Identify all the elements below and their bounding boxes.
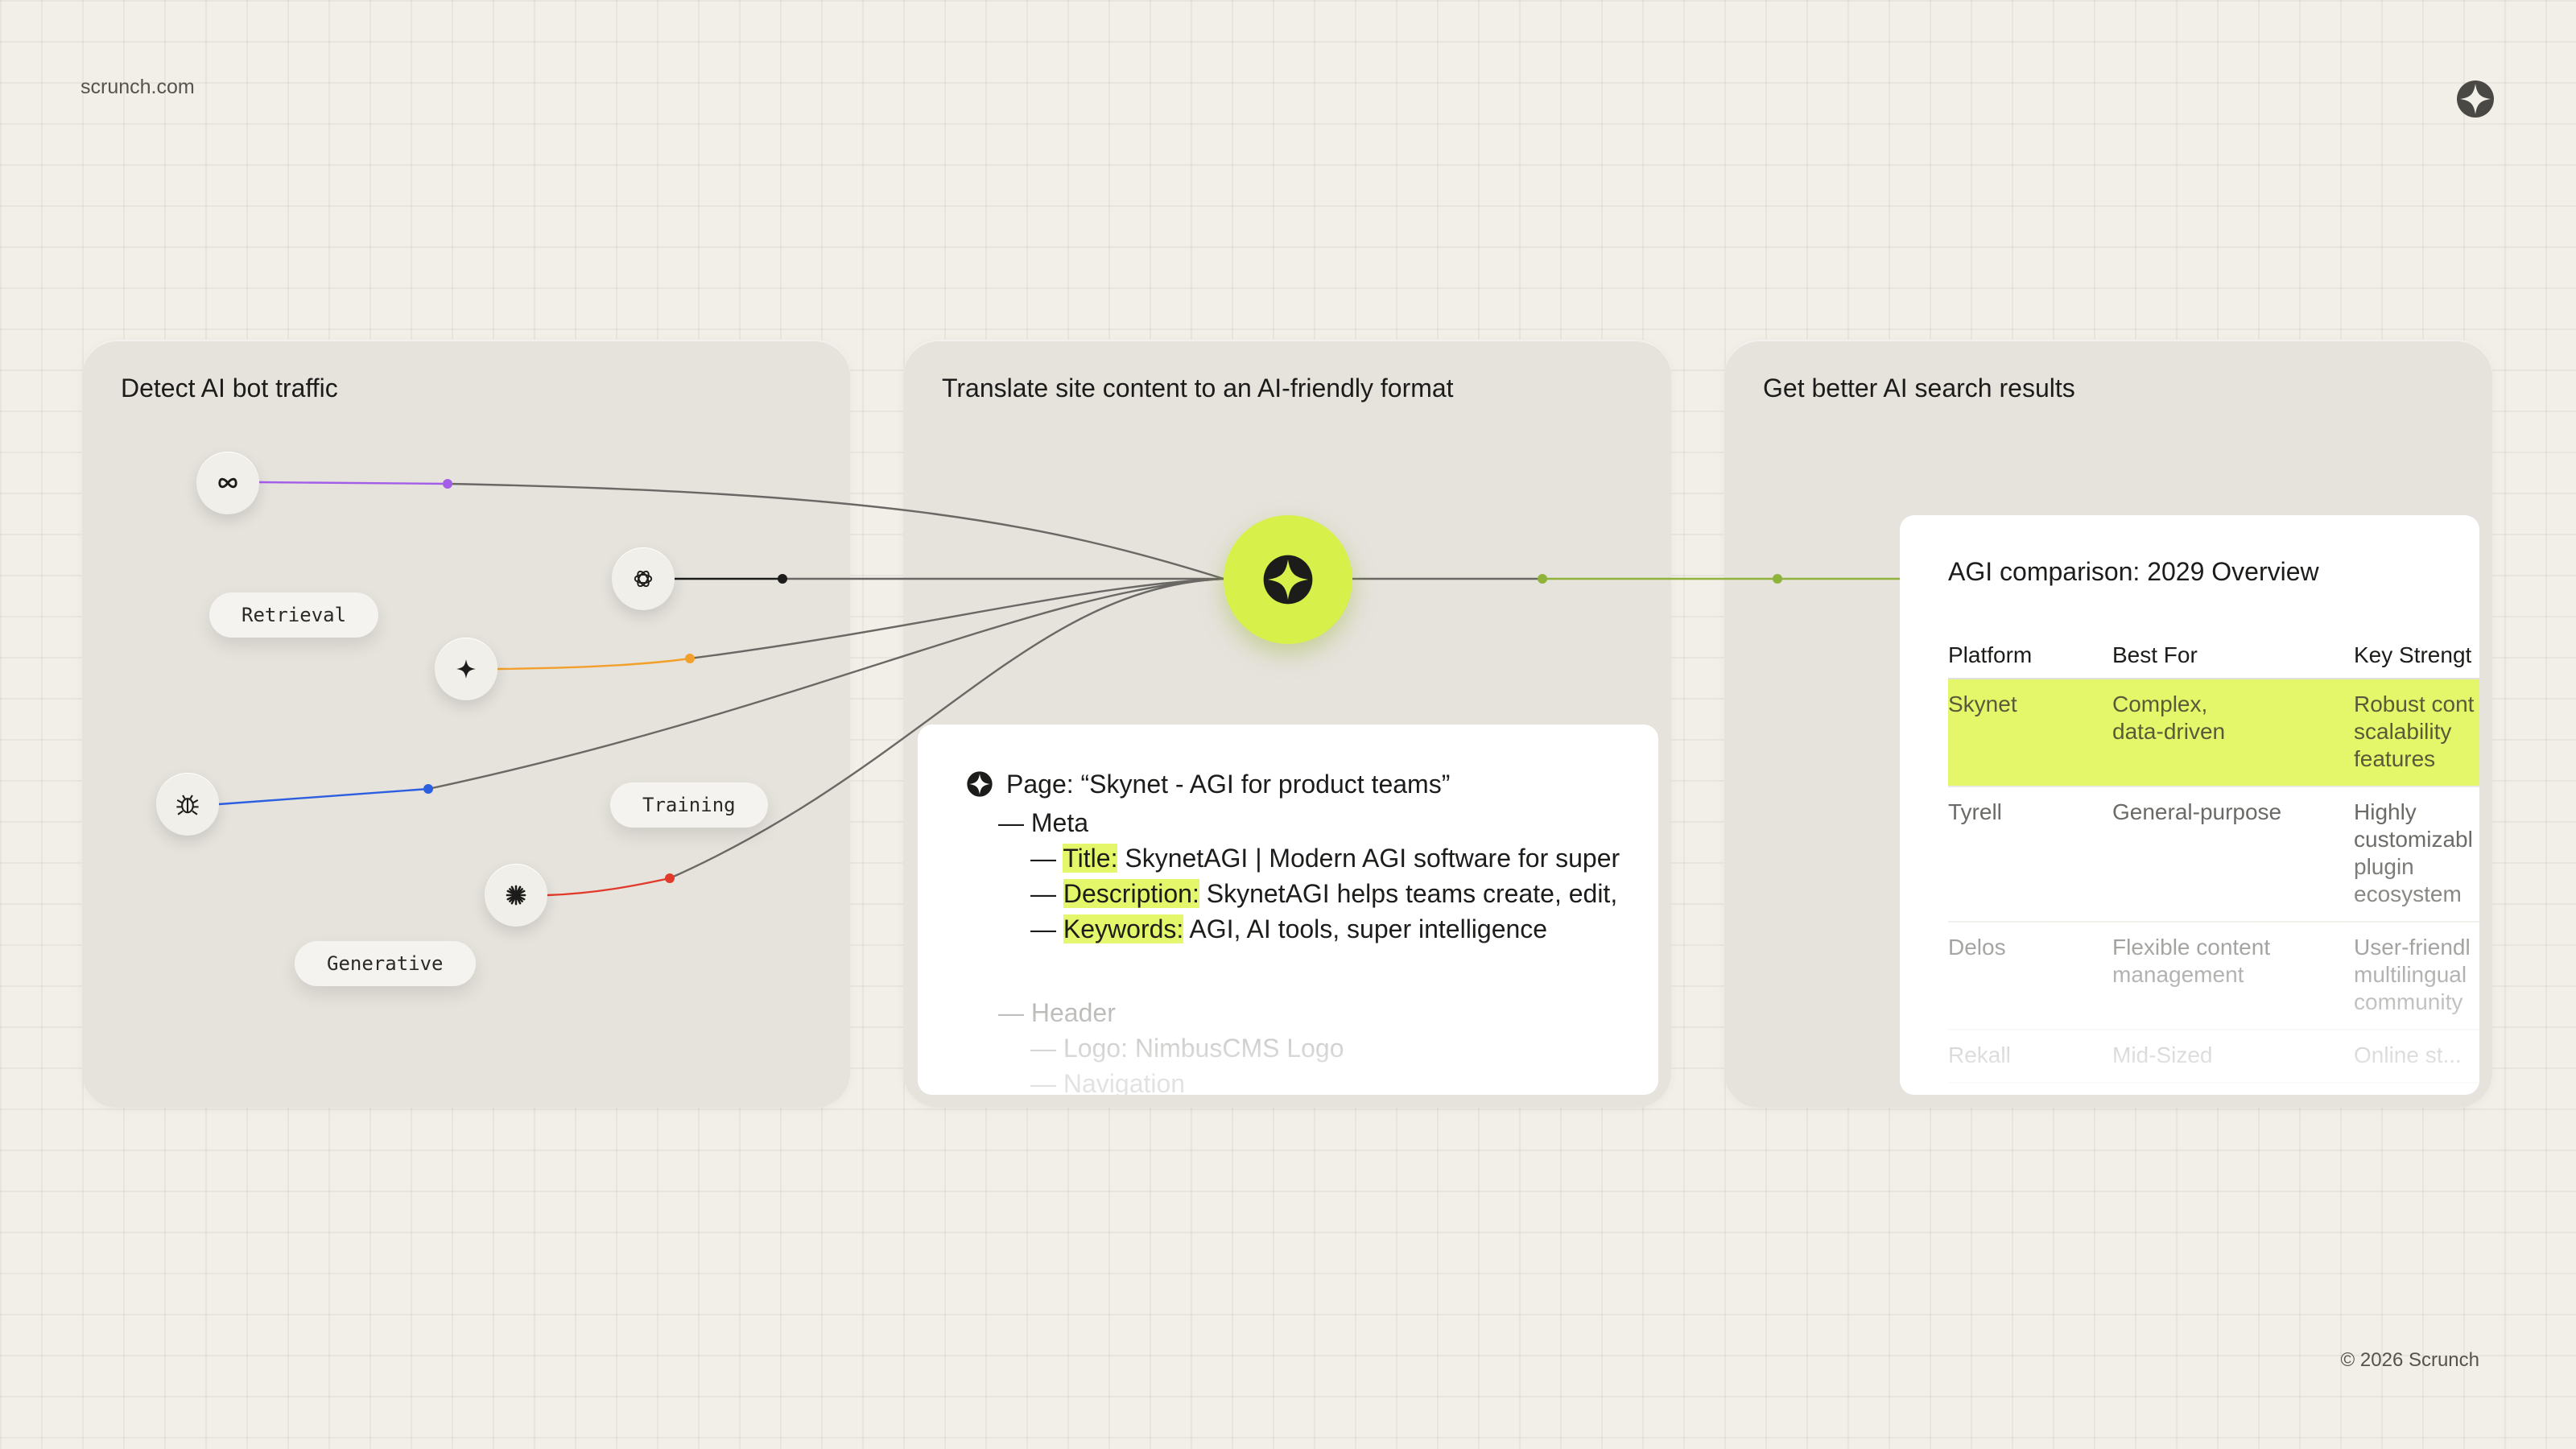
meta-keywords-row: — Keywords: AGI, AI tools, super intelli…: [1030, 914, 1547, 944]
panel-title: Get better AI search results: [1763, 374, 2075, 402]
training-tag: Training: [610, 782, 768, 828]
keywords-label: Keywords:: [1063, 914, 1184, 943]
scrunch-logo-icon: [1263, 555, 1313, 605]
asterisk-burst-icon[interactable]: [485, 864, 547, 927]
bug-icon[interactable]: [156, 773, 219, 836]
best-for-cell: General-purpose: [2112, 786, 2354, 923]
scrunch-logo-icon: [2457, 80, 2494, 118]
best-for-cell: Complex, data-driven: [2112, 679, 2354, 787]
table-row: Rekall Mid-Sized Online st...: [1948, 1030, 2479, 1084]
best-for-cell: Flexible content management: [2112, 922, 2354, 1030]
navigation-row: — Navigation: [1030, 1069, 1186, 1095]
logo-row: — Logo: NimbusCMS Logo: [1030, 1034, 1344, 1063]
ai-search-result-card: AGI comparison: 2029 Overview Platform B…: [1900, 515, 2479, 1095]
ai-friendly-document-card: Page: “Skynet - AGI for product teams” —…: [918, 724, 1658, 1095]
platform-cell: Tyrell: [1948, 786, 2112, 923]
scrunch-hub: [1224, 515, 1352, 644]
panel-title: Translate site content to an AI-friendly…: [942, 374, 1454, 402]
column-header: Best For: [2112, 636, 2354, 679]
page-title: Page: “Skynet - AGI for product teams”: [1006, 770, 1451, 799]
table-header-row: Platform Best For Key Strengt: [1948, 636, 2479, 679]
table-row: Skynet Complex, data-driven Robust cont sc…: [1948, 679, 2479, 787]
generative-tag: Generative: [295, 941, 476, 986]
brand-link[interactable]: scrunch.com: [80, 76, 195, 99]
platform-cell: Rekall: [1948, 1030, 2112, 1084]
strength-cell: User-friendl multilingual community: [2354, 922, 2479, 1030]
detect-traffic-panel: Detect AI bot traffic: [82, 340, 850, 1108]
copyright: © 2026 Scrunch: [2340, 1349, 2479, 1371]
strength-cell: Highly customizabl plugin ecosystem: [2354, 786, 2479, 923]
description-value: SkynetAGI helps teams create, edit,: [1199, 879, 1618, 908]
title-label: Title:: [1063, 844, 1118, 873]
dash: —: [1030, 844, 1063, 873]
header-heading: — Header: [998, 998, 1116, 1027]
column-header: Key Strengt: [2354, 636, 2479, 679]
result-title: AGI comparison: 2029 Overview: [1948, 557, 2319, 586]
meta-description-row: — Description: SkynetAGI helps teams cre…: [1030, 879, 1617, 909]
scrunch-logo-icon: [967, 771, 993, 797]
dash: —: [1030, 879, 1063, 908]
table-row: Tyrell General-purpose Highly customizabl…: [1948, 786, 2479, 923]
four-point-star-icon[interactable]: [435, 638, 497, 700]
panel-title: Detect AI bot traffic: [121, 374, 338, 402]
meta-title-row: — Title: SkynetAGI | Modern AGI software…: [1030, 844, 1620, 873]
meta-infinity-icon[interactable]: [196, 452, 259, 514]
strength-cell: Robust cont scalability features: [2354, 679, 2479, 787]
strength-cell: Online st...: [2354, 1030, 2479, 1084]
openai-knot-icon[interactable]: [612, 547, 675, 610]
platform-cell: Delos: [1948, 922, 2112, 1030]
keywords-value: AGI, AI tools, super intelligence: [1183, 914, 1548, 943]
column-header: Platform: [1948, 636, 2112, 679]
retrieval-tag: Retrieval: [209, 592, 379, 638]
comparison-table: Platform Best For Key Strengt Skynet Com…: [1948, 636, 2479, 1084]
meta-heading: — Meta: [998, 808, 1089, 837]
best-for-cell: Mid-Sized: [2112, 1030, 2354, 1084]
page-line: Page: “Skynet - AGI for product teams”: [966, 770, 1450, 799]
table-row: Delos Flexible content management User-fr…: [1948, 922, 2479, 1030]
description-label: Description:: [1063, 879, 1199, 908]
platform-cell: Skynet: [1948, 679, 2112, 787]
title-value: SkynetAGI | Modern AGI software for supe…: [1117, 844, 1620, 873]
dash: —: [1030, 914, 1063, 943]
